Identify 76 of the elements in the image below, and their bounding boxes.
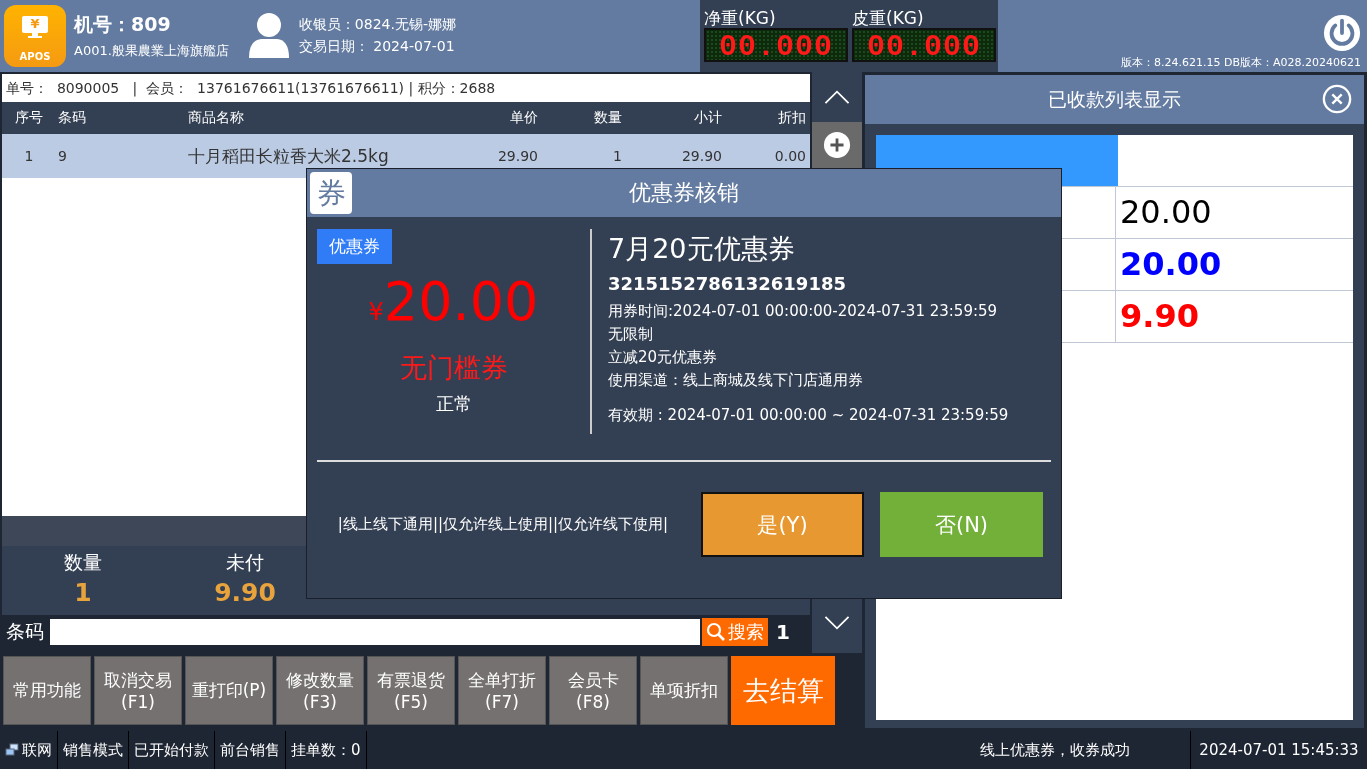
version-info: 版本：8.24.621.15 DB版本：A028.20240621 bbox=[1121, 55, 1361, 70]
summary-label: 数量 bbox=[64, 550, 102, 575]
status-item: 销售模式 bbox=[58, 731, 129, 769]
coupon-detail: 使用渠道：线上商城及线下门店通用券 bbox=[608, 370, 864, 391]
panel-title: 已收款列表显示 bbox=[1048, 86, 1181, 112]
coupon-tag: 优惠券 bbox=[317, 229, 392, 264]
table-cell-text: 29.90 bbox=[496, 148, 538, 164]
status-message: 线上优惠券，收券成功 bbox=[366, 731, 1191, 769]
barcode-field[interactable] bbox=[50, 619, 700, 645]
chevron-up-icon bbox=[823, 89, 851, 105]
coupon-amount: ¥20.00 bbox=[368, 272, 539, 335]
function-button[interactable]: 全单打折 (F7) bbox=[458, 656, 546, 725]
search-icon bbox=[706, 622, 726, 642]
coupon-detail: 立减20元优惠券 bbox=[608, 347, 719, 368]
dialog-title: 优惠券核销 bbox=[629, 179, 739, 207]
function-button[interactable]: 修改数量 (F3) bbox=[276, 656, 364, 725]
status-item: 联网 bbox=[0, 731, 58, 769]
trade-date: 交易日期： 2024-07-01 bbox=[298, 38, 456, 56]
column-header: 条码 bbox=[57, 109, 87, 127]
scale-label: 皮重(KG) bbox=[852, 8, 925, 28]
column-header: 数量 bbox=[593, 109, 622, 127]
chevron-down-icon bbox=[823, 615, 851, 631]
coupon-status: 正常 bbox=[435, 392, 472, 416]
column-header: 单价 bbox=[509, 109, 538, 127]
table-cell-text: 1 bbox=[612, 148, 622, 164]
app-logo: ¥ APOS bbox=[4, 5, 66, 67]
function-button[interactable]: 常用功能 bbox=[3, 656, 91, 725]
table-cell-text: 29.90 bbox=[680, 148, 722, 164]
function-button[interactable]: 有票退货 (F5) bbox=[367, 656, 455, 725]
add-icon[interactable] bbox=[823, 131, 851, 159]
search-button[interactable]: 搜索 bbox=[702, 618, 768, 646]
network-icon bbox=[5, 743, 19, 757]
column-header: 商品名称 bbox=[188, 109, 245, 127]
coupon-code: 3215152786132619185 bbox=[608, 273, 847, 294]
column-header: 序号 bbox=[14, 109, 44, 127]
scale-label: 净重(KG) bbox=[704, 8, 777, 28]
function-button[interactable]: 取消交易 (F1) bbox=[94, 656, 182, 725]
table-cell-text: 9 bbox=[57, 148, 68, 164]
table-cell-text: 0.00 bbox=[773, 148, 806, 164]
close-icon[interactable] bbox=[1322, 84, 1352, 114]
power-icon[interactable] bbox=[1323, 14, 1361, 52]
table-cell-text: 十月稻田长粒香大米2.5kg bbox=[188, 144, 390, 168]
status-item: 挂单数：0 bbox=[286, 731, 367, 769]
status-item: 前台销售 bbox=[215, 731, 286, 769]
coupon-validity: 有效期 : 2024-07-01 00:00:00 ~ 2024-07-31 23:59:59 bbox=[608, 405, 1009, 426]
checkout-button[interactable]: 去结算 bbox=[731, 656, 835, 725]
coupon-detail: 用券时间:2024-07-01 00:00:00-2024-07-31 23:59:59 bbox=[608, 301, 999, 322]
cashier-label: 收银员：0824.无锡-娜娜 bbox=[298, 16, 456, 34]
weight-display: 00.000 bbox=[852, 28, 996, 62]
item-count: 1 bbox=[776, 620, 790, 644]
coupon-name: 7月20元优惠券 bbox=[608, 232, 796, 266]
payment-amount: 20.00 bbox=[1119, 244, 1223, 285]
barcode-label: 条码 bbox=[6, 619, 44, 644]
store-name: A001.般果農業上海旗艦店 bbox=[74, 42, 229, 60]
coupon-type: 无门槛券 bbox=[399, 351, 508, 385]
summary-value: 1 bbox=[74, 578, 92, 607]
coupon-icon: 券 bbox=[310, 172, 352, 214]
column-header: 小计 bbox=[693, 109, 722, 127]
function-button[interactable]: 单项折扣 bbox=[640, 656, 728, 725]
user-icon bbox=[246, 12, 291, 60]
column-header: 折扣 bbox=[777, 109, 806, 127]
coupon-detail: 无限制 bbox=[608, 324, 654, 345]
summary-value: 9.90 bbox=[214, 578, 276, 607]
summary-label: 未付 bbox=[226, 550, 264, 575]
order-info: 单号： 8090005 | 会员： 13761676611(13761676611) | 积分：2688 bbox=[2, 74, 810, 102]
channel-options: |线上线下通用||仅允许线上使用||仅允许线下使用| bbox=[321, 513, 685, 536]
table-cell-text: 1 bbox=[23, 148, 35, 164]
weight-display: 00.000 bbox=[704, 28, 848, 62]
payment-amount: 9.90 bbox=[1119, 296, 1200, 337]
cancel-button[interactable]: 否(N) bbox=[880, 492, 1043, 557]
function-button[interactable]: 重打印(P) bbox=[185, 656, 273, 725]
payment-amount: 20.00 bbox=[1119, 192, 1213, 233]
terminal-number: 机号：809 bbox=[74, 12, 172, 37]
status-time: 2024-07-01 15:45:33 bbox=[1198, 741, 1360, 759]
function-button[interactable]: 会员卡 (F8) bbox=[549, 656, 637, 725]
status-item: 已开始付款 bbox=[129, 731, 215, 769]
